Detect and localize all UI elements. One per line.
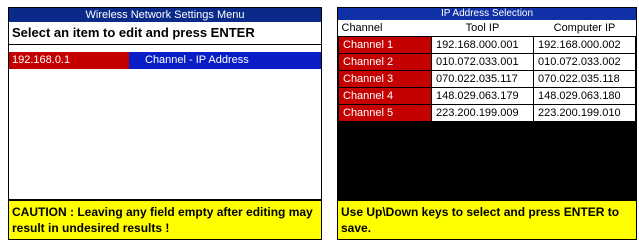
table-row[interactable]: Channel 1 192.168.000.001 192.168.000.00…	[338, 36, 636, 54]
panel-title: Wireless Network Settings Menu	[9, 8, 321, 22]
tool-ip-cell[interactable]: 010.072.033.001	[431, 53, 534, 71]
caution-message: CAUTION : Leaving any field empty after …	[9, 199, 321, 239]
computer-ip-cell[interactable]: 010.072.033.002	[533, 53, 636, 71]
table-row[interactable]: Channel 3 070.022.035.117 070.022.035.11…	[338, 70, 636, 88]
column-header-tool-ip: Tool IP	[431, 20, 534, 37]
channel-cell[interactable]: Channel 2	[338, 53, 432, 71]
help-message: Use Up\Down keys to select and press ENT…	[338, 199, 636, 239]
list-item-label[interactable]: Channel - IP Address	[129, 52, 321, 69]
computer-ip-cell[interactable]: 148.029.063.180	[533, 87, 636, 105]
computer-ip-cell[interactable]: 070.022.035.118	[533, 70, 636, 88]
channel-cell[interactable]: Channel 5	[338, 104, 432, 122]
table-row[interactable]: Channel 4 148.029.063.179 148.029.063.18…	[338, 87, 636, 105]
channel-cell[interactable]: Channel 4	[338, 87, 432, 105]
channel-cell[interactable]: Channel 1	[338, 36, 432, 54]
table-header-row: Channel Tool IP Computer IP	[338, 20, 636, 37]
computer-ip-cell[interactable]: 223.200.199.010	[533, 104, 636, 122]
wireless-settings-panel: Wireless Network Settings Menu Select an…	[8, 7, 322, 240]
ip-address-table: Channel Tool IP Computer IP Channel 1 19…	[338, 20, 636, 122]
table-row[interactable]: Channel 5 223.200.199.009 223.200.199.01…	[338, 104, 636, 122]
column-header-channel: Channel	[338, 20, 432, 37]
table-row[interactable]: Channel 2 010.072.033.001 010.072.033.00…	[338, 53, 636, 71]
tool-ip-cell[interactable]: 148.029.063.179	[431, 87, 534, 105]
tool-ip-cell[interactable]: 070.022.035.117	[431, 70, 534, 88]
computer-ip-cell[interactable]: 192.168.000.002	[533, 36, 636, 54]
panel-title: IP Address Selection	[338, 8, 636, 20]
selected-ip-value[interactable]: 192.168.0.1	[9, 52, 129, 69]
tool-ip-cell[interactable]: 223.200.199.009	[431, 104, 534, 122]
tool-ip-cell[interactable]: 192.168.000.001	[431, 36, 534, 54]
channel-cell[interactable]: Channel 3	[338, 70, 432, 88]
column-header-computer-ip: Computer IP	[533, 20, 636, 37]
ip-address-selection-panel: IP Address Selection Channel Tool IP Com…	[337, 7, 637, 240]
list-item-channel-ip[interactable]: 192.168.0.1 Channel - IP Address	[9, 52, 321, 69]
instruction-text: Select an item to edit and press ENTER	[9, 22, 321, 45]
